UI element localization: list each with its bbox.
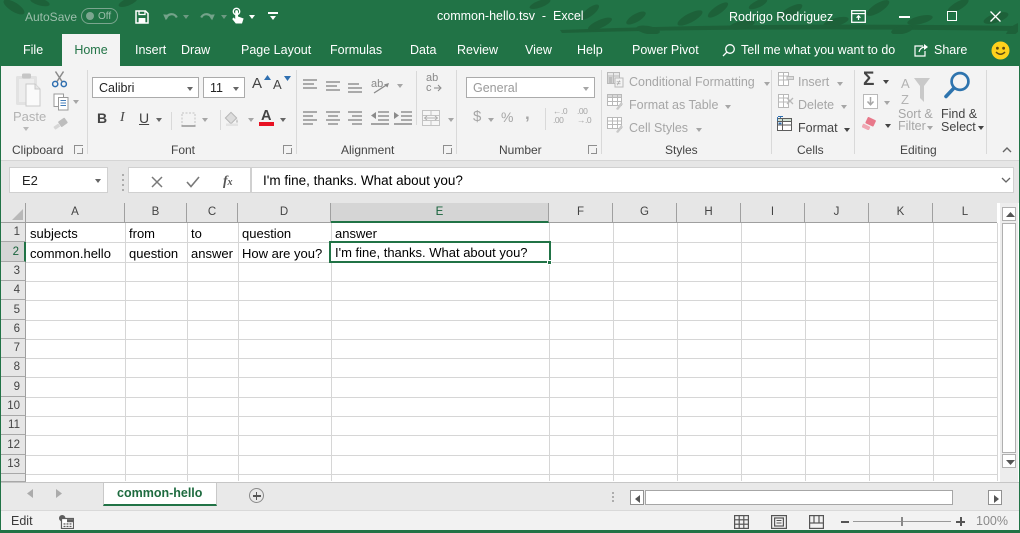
svg-text:Z: Z (901, 92, 909, 107)
svg-text:A: A (901, 76, 910, 91)
svg-text:c: c (426, 82, 432, 92)
svg-text:≠: ≠ (617, 79, 622, 88)
